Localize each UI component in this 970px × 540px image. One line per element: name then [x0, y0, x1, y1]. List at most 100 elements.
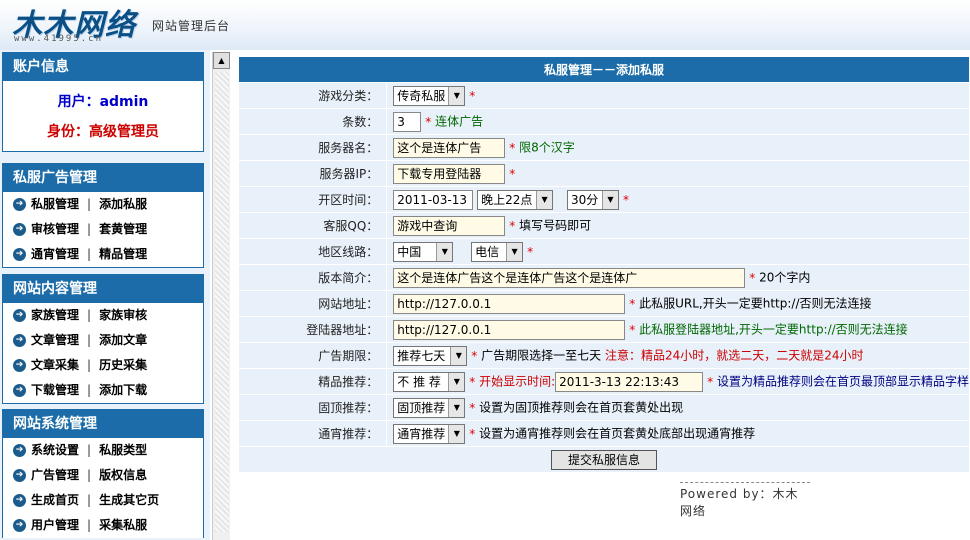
menu-item-family-review[interactable]: 家族审核: [99, 303, 147, 328]
qq-hint: 填写号码即可: [519, 218, 592, 232]
menu-item-family-manage[interactable]: ➔ 家族管理: [13, 303, 79, 328]
required-star: *: [629, 322, 636, 337]
form-row-featured: 精品推荐： 不 推 荐 ▼ * 开始显示时间: 2011-3-13 22:13:43 *…: [237, 368, 970, 395]
select-value: 电信: [475, 244, 500, 259]
start-time-input[interactable]: 2011-3-13 22:13:43: [555, 371, 704, 392]
site-url-input[interactable]: http://127.0.0.1: [393, 293, 626, 314]
menu-group-ads: 私服广告管理 ➔ 私服管理 | 添加私服 ➔ 审核管理 | 套黄管理 ➔ 通宵管理 |…: [2, 163, 204, 268]
select-value: 固顶推荐: [397, 400, 446, 415]
form-title: 私服管理－－添加私服: [238, 56, 970, 83]
logo-url: www.41995.cn: [14, 34, 104, 44]
server-name-input[interactable]: 这个是连体广告: [393, 137, 506, 158]
menu-item-generate-other[interactable]: 生成其它页: [99, 488, 159, 513]
menu-row: ➔ 文章采集 | 历史采集: [3, 353, 203, 378]
arrow-right-icon: ➔: [13, 444, 26, 457]
separator: |: [87, 247, 92, 261]
separator: |: [87, 222, 92, 236]
form-row-count: 条数： 3 * 连体广告: [237, 108, 970, 135]
intro-input[interactable]: 这个是连体广告这个是连体广告这个是连体广: [393, 267, 746, 288]
arrow-right-icon: ➔: [13, 384, 26, 397]
menu-title: 网站系统管理: [3, 410, 203, 438]
open-date-input[interactable]: 2011-03-13: [393, 189, 474, 210]
ad-period-select[interactable]: 推荐七天 ▼: [393, 345, 468, 366]
arrow-right-icon: ➔: [13, 334, 26, 347]
menu-item-label: 广告管理: [31, 468, 80, 482]
region-select[interactable]: 中国 ▼: [393, 241, 454, 262]
menu-item-history-collect[interactable]: 历史采集: [99, 353, 147, 378]
pinned-select[interactable]: 固顶推荐 ▼: [393, 397, 466, 418]
required-star: *: [629, 296, 636, 311]
menu-item-server-types[interactable]: 私服类型: [99, 438, 147, 463]
menu-row: ➔ 用户管理 | 采集私服: [3, 513, 203, 538]
overnight-select[interactable]: 通宵推荐 ▼: [393, 423, 466, 444]
login-url-input[interactable]: http://127.0.0.1: [393, 319, 626, 340]
menu-item-label: 文章管理: [31, 333, 80, 347]
menu-item-collect-server[interactable]: 采集私服: [99, 513, 147, 538]
scroll-track[interactable]: [215, 72, 229, 532]
qq-input[interactable]: 游戏中查询: [393, 215, 506, 236]
count-input[interactable]: 3: [393, 111, 422, 132]
required-star: *: [527, 244, 534, 259]
menu-item-add-server[interactable]: 添加私服: [99, 192, 147, 217]
field-value-cell: 3 * 连体广告: [386, 108, 970, 135]
field-label: 固顶推荐：: [237, 394, 388, 421]
field-value-cell: 不 推 荐 ▼ * 开始显示时间: 2011-3-13 22:13:43 * 设置为精品…: [386, 368, 970, 395]
menu-row: ➔ 文章管理 | 添加文章: [3, 328, 203, 353]
menu-item-label: 生成其它页: [99, 493, 160, 507]
server-ip-input[interactable]: 下载专用登陆器: [393, 163, 506, 184]
menu-item-label: 生成首页: [31, 493, 80, 507]
menu-item-add-article[interactable]: 添加文章: [99, 328, 147, 353]
menu-item-ad-manage[interactable]: ➔ 广告管理: [13, 463, 79, 488]
start-time-label: 开始显示时间:: [479, 374, 556, 388]
menu-item-copyright[interactable]: 版权信息: [99, 463, 147, 488]
isp-select[interactable]: 电信 ▼: [471, 241, 524, 262]
menu-item-add-download[interactable]: 添加下载: [99, 378, 147, 403]
minute-select[interactable]: 30分 ▼: [566, 189, 619, 210]
category-select[interactable]: 传奇私服 ▼: [393, 85, 466, 106]
menu-item-generate-home[interactable]: ➔ 生成首页: [13, 488, 79, 513]
required-star: *: [471, 348, 478, 363]
scrollbar[interactable]: ▲: [212, 52, 230, 540]
required-star: *: [425, 114, 432, 129]
menu-item-overnight-manage[interactable]: ➔ 通宵管理: [13, 242, 79, 267]
menu-item-label: 私服管理: [31, 197, 80, 211]
menu-item-article-collect[interactable]: ➔ 文章采集: [13, 353, 79, 378]
field-label: 客服QQ：: [237, 212, 388, 239]
chevron-down-icon: ▼: [601, 190, 618, 209]
field-label: 登陆器地址：: [237, 316, 388, 343]
field-label: 条数：: [237, 108, 388, 135]
add-server-form: 私服管理－－添加私服 游戏分类： 传奇私服 ▼ * 条数： 3 * 连体广告 服务器名…: [237, 56, 970, 473]
form-row-overnight: 通宵推荐： 通宵推荐 ▼ * 设置为通宵推荐则会在首页套黄处底部出现通宵推荐: [237, 420, 970, 447]
arrow-right-icon: ➔: [13, 469, 26, 482]
menu-item-featured-manage[interactable]: 精品管理: [99, 242, 147, 267]
required-star: *: [509, 166, 516, 181]
count-hint: 连体广告: [435, 114, 484, 128]
menu-title: 网站内容管理: [3, 275, 203, 303]
form-row-line: 地区线路： 中国 ▼ 电信 ▼ *: [237, 238, 970, 265]
intro-hint: 20个字内: [759, 270, 811, 284]
hour-select[interactable]: 晚上22点 ▼: [477, 189, 554, 210]
featured-select[interactable]: 不 推 荐 ▼: [393, 371, 466, 392]
scroll-up-arrow-icon[interactable]: ▲: [213, 52, 230, 69]
menu-item-label: 采集私服: [99, 518, 148, 532]
field-value-cell: 游戏中查询 * 填写号码即可: [386, 212, 970, 239]
menu-item-download-manage[interactable]: ➔ 下载管理: [13, 378, 79, 403]
chevron-down-icon: ▼: [448, 86, 465, 105]
menu-item-system-settings[interactable]: ➔ 系统设置: [13, 438, 79, 463]
menu-row: ➔ 生成首页 | 生成其它页: [3, 488, 203, 513]
account-box: 账户信息 用户：admin 身份：高级管理员: [2, 52, 204, 152]
field-label: 服务器名：: [237, 134, 388, 161]
menu-item-article-manage[interactable]: ➔ 文章管理: [13, 328, 79, 353]
select-value: 晚上22点: [481, 192, 533, 207]
form-row-login-url: 登陆器地址： http://127.0.0.1 * 此私服登陆器地址,开头一定要h…: [237, 316, 970, 343]
chevron-down-icon: ▼: [506, 242, 523, 261]
submit-button[interactable]: 提交私服信息: [550, 449, 657, 470]
menu-item-highlight-manage[interactable]: 套黄管理: [99, 217, 147, 242]
select-value: 推荐七天: [397, 348, 446, 363]
menu-item-user-manage[interactable]: ➔ 用户管理: [13, 513, 79, 538]
menu-row: ➔ 系统设置 | 私服类型: [3, 438, 203, 463]
menu-item-server-manage[interactable]: ➔ 私服管理: [13, 192, 79, 217]
menu-item-review-manage[interactable]: ➔ 审核管理: [13, 217, 79, 242]
field-value-cell: 2011-03-13 晚上22点 ▼ 30分 ▼ *: [386, 186, 970, 213]
required-star: *: [509, 140, 516, 155]
